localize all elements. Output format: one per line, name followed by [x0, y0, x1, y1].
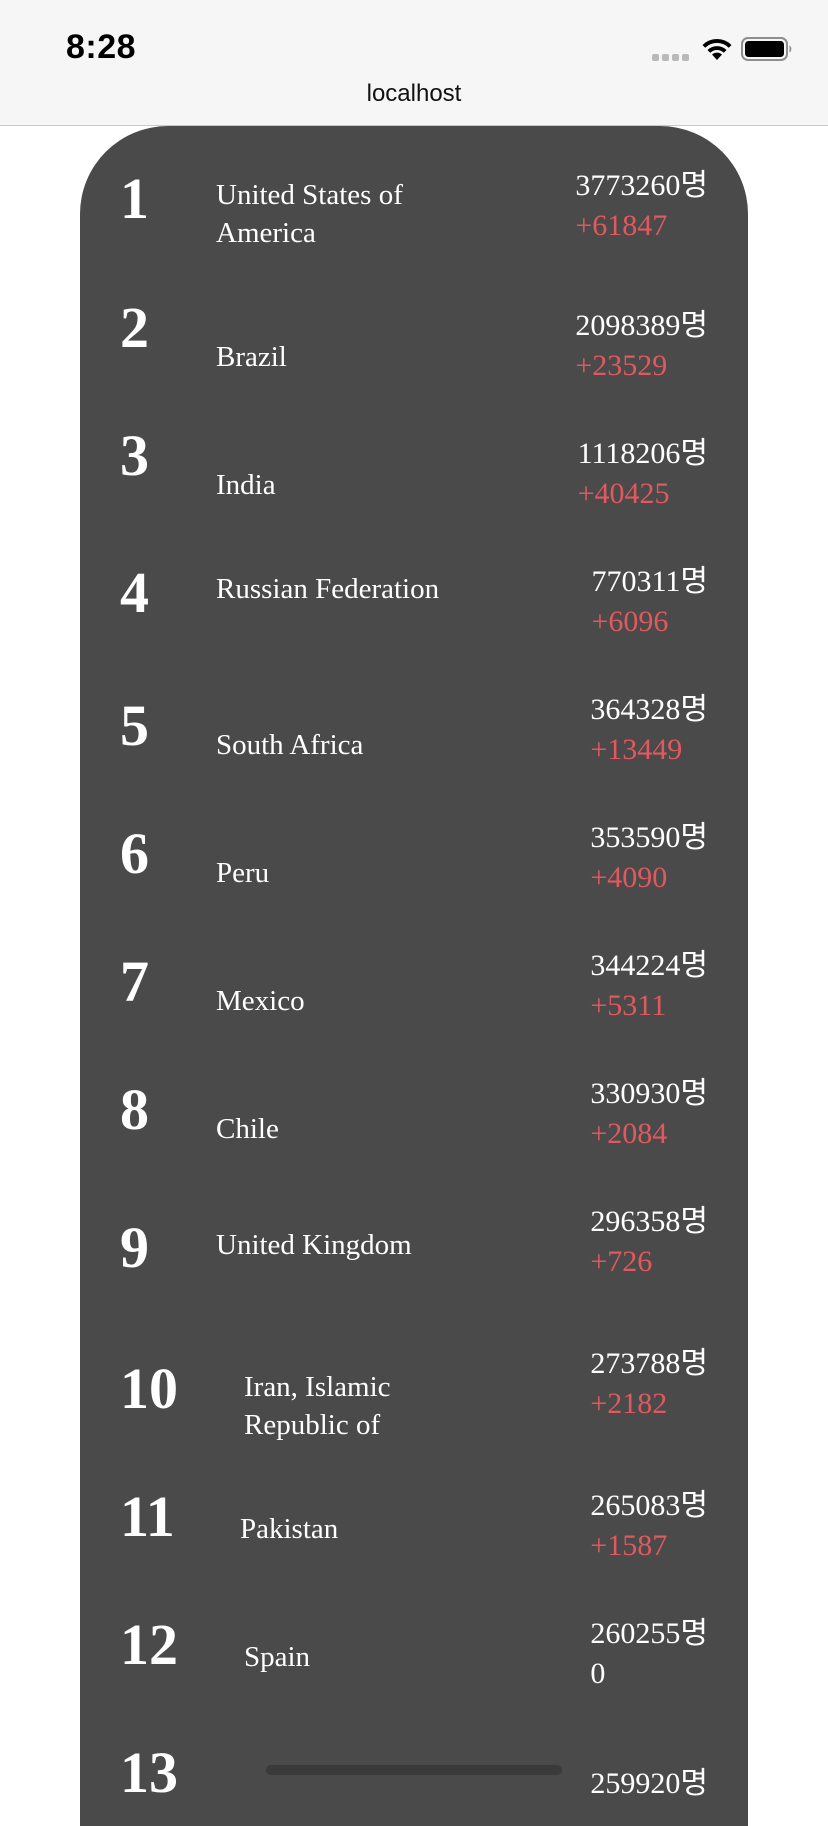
country-name: Peru: [216, 857, 270, 889]
battery-icon: [741, 37, 792, 61]
wifi-icon: [702, 38, 732, 60]
country-name: South Africa: [216, 729, 364, 761]
total-cases: 353590명: [590, 821, 708, 854]
case-counts: 273788명 +2182: [590, 1344, 708, 1424]
rank-number: 7: [120, 949, 149, 1014]
total-cases: 770311명: [591, 565, 709, 598]
total-cases: 296358명: [590, 1205, 708, 1238]
new-cases-delta: +23529: [575, 349, 668, 382]
cellular-signal-icon: [652, 54, 689, 61]
new-cases-delta: +40425: [577, 477, 670, 510]
case-counts: 353590명 +4090: [590, 818, 708, 898]
rank-number: 8: [120, 1077, 149, 1142]
rank-number: 6: [120, 821, 149, 886]
total-cases: 259920명: [590, 1767, 708, 1800]
country-name: Chile: [216, 1113, 279, 1145]
rank-number: 12: [120, 1612, 178, 1677]
new-cases-delta: +2182: [590, 1387, 668, 1420]
case-counts: 3773260명 +61847: [575, 166, 708, 246]
total-cases: 364328명: [590, 693, 708, 726]
rank-number: 13: [120, 1740, 178, 1805]
rank-number: 11: [120, 1484, 175, 1549]
total-cases: 1118206명: [577, 437, 708, 470]
total-cases: 265083명: [590, 1489, 708, 1522]
case-counts: 260255명 0: [590, 1614, 708, 1694]
case-counts: 344224명 +5311: [590, 946, 708, 1026]
new-cases-delta: 0: [590, 1657, 606, 1690]
rank-number: 10: [120, 1356, 178, 1421]
case-counts: 330930명 +2084: [590, 1074, 708, 1154]
country-name: India: [216, 469, 276, 501]
new-cases-delta: +4090: [590, 861, 668, 894]
case-counts: 265083명 +1587: [590, 1486, 708, 1566]
country-name: United States of America: [216, 179, 403, 249]
country-name: Iran, Islamic Republic of: [244, 1371, 391, 1441]
total-cases: 330930명: [590, 1077, 708, 1110]
rank-number: 3: [120, 423, 149, 488]
new-cases-delta: +2084: [590, 1117, 668, 1150]
case-counts: 1118206명 +40425: [578, 434, 708, 514]
country-name: Mexico: [216, 985, 305, 1017]
rank-number: 2: [120, 295, 149, 360]
total-cases: 260255명: [590, 1617, 708, 1650]
new-cases-delta: +13449: [590, 733, 683, 766]
country-name: Spain: [244, 1641, 311, 1673]
total-cases: 3773260명: [575, 169, 708, 202]
case-counts: 770311명 +6096: [592, 562, 709, 642]
new-cases-delta: +5311: [590, 989, 667, 1022]
new-cases-delta: +61847: [575, 209, 668, 242]
new-cases-delta: +6096: [591, 605, 669, 638]
new-cases-delta: +1587: [590, 1529, 668, 1562]
status-bar: 8:28 localhost: [0, 0, 828, 126]
total-cases: 344224명: [590, 949, 708, 982]
status-time: 8:28: [66, 28, 137, 66]
country-ranking-card: 1 United States of America 3773260명 +61847 2…: [80, 126, 748, 1826]
case-counts: 296358명 +726: [590, 1202, 708, 1282]
total-cases: 273788명: [590, 1347, 708, 1380]
rank-number: 1: [120, 166, 149, 231]
country-name: Russian Federation: [216, 573, 440, 605]
rank-number: 9: [120, 1215, 149, 1280]
country-name: Pakistan: [240, 1513, 339, 1545]
case-counts: 2098389명 +23529: [575, 306, 708, 386]
rank-number: 4: [120, 560, 149, 625]
case-counts: 364328명 +13449: [590, 690, 708, 770]
new-cases-delta: +726: [590, 1245, 653, 1278]
country-name: Brazil: [216, 341, 287, 373]
country-name: United Kingdom: [216, 1229, 412, 1261]
rank-number: 5: [120, 693, 149, 758]
address-bar-url[interactable]: localhost: [0, 80, 828, 108]
total-cases: 2098389명: [575, 309, 708, 342]
home-indicator[interactable]: [266, 1765, 562, 1775]
case-counts: 259920명: [590, 1764, 708, 1804]
